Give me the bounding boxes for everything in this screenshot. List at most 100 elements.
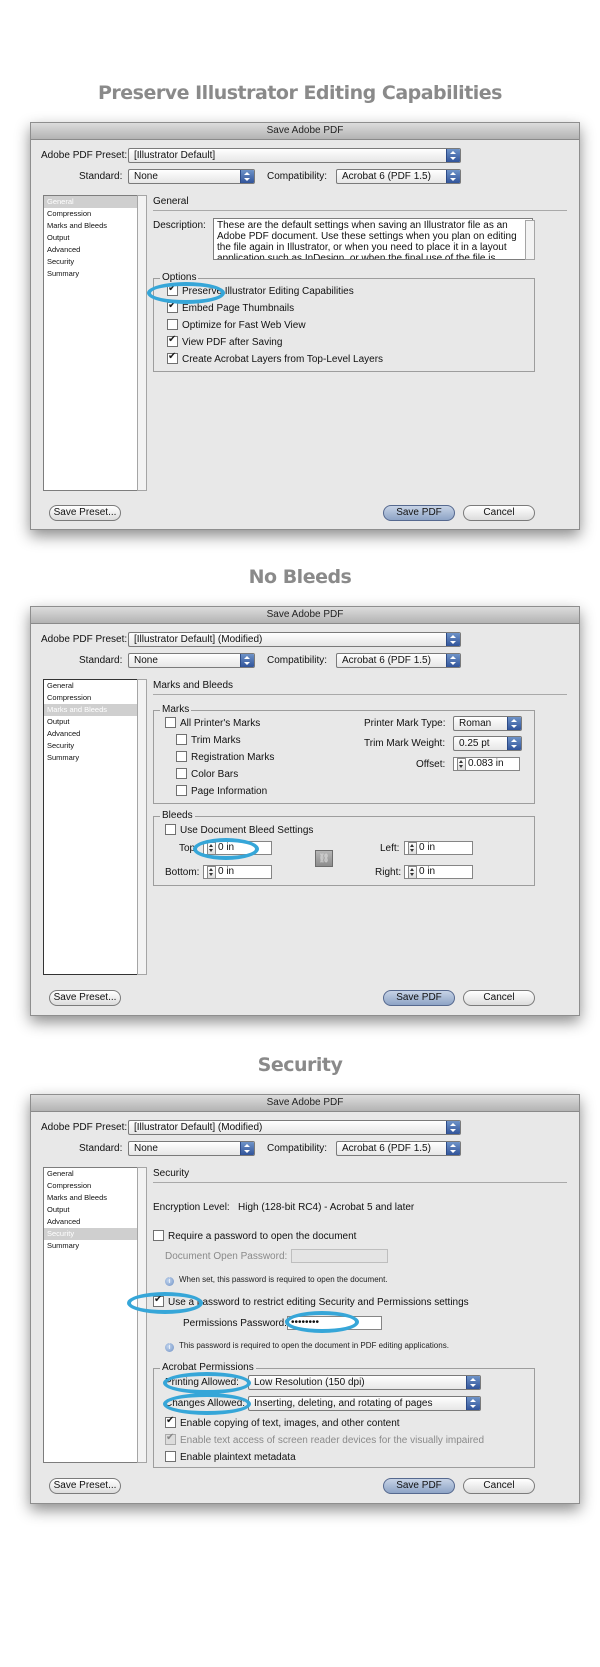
compatibility-select[interactable]: Acrobat 6 (PDF 1.5) [336,169,461,184]
highlight-ring [285,1311,359,1333]
highlight-ring [193,838,259,860]
sidebar-item-general[interactable]: General [44,1168,137,1180]
sidebar-item-marks-and-bleeds[interactable]: Marks and Bleeds [44,704,137,716]
highlight-ring [163,1372,251,1394]
link-chain-icon[interactable]: ⛓ [315,850,333,867]
doc-open-password-field[interactable] [291,1249,388,1263]
printing-allowed-value: Low Resolution (150 dpi) [254,1377,365,1388]
sidebar-item-advanced[interactable]: Advanced [44,244,137,256]
enable-plaintext-metadata-checkbox[interactable]: Enable plaintext metadata [165,1451,296,1463]
checkbox-checked-disabled-icon [165,1432,176,1445]
checkbox-checked-icon [167,351,178,364]
save-pdf-button[interactable]: Save PDF [383,1478,455,1494]
cancel-button[interactable]: Cancel [463,990,535,1006]
compatibility-label: Compatibility: [267,171,328,182]
dialog-title: Save Adobe PDF [31,1095,579,1112]
compatibility-label: Compatibility: [267,655,328,666]
sidebar-item-security[interactable]: Security [44,740,137,752]
preset-select[interactable]: [Illustrator Default] (Modified) [128,1120,461,1135]
left-value: 0 in [419,842,436,853]
right-field[interactable]: 0 in [404,865,473,879]
checkbox-label: Use Document Bleed Settings [180,825,314,836]
standard-select[interactable]: None [128,653,255,668]
info-icon: i [165,1277,174,1286]
sidebar-item-advanced[interactable]: Advanced [44,728,137,740]
view-pdf-checkbox[interactable]: View PDF after Saving [167,334,282,348]
sidebar-item-summary[interactable]: Summary [44,268,137,280]
sidebar-item-summary[interactable]: Summary [44,1240,137,1252]
changes-allowed-value: Inserting, deleting, and rotating of pag… [254,1398,433,1409]
stepper-icon[interactable] [408,842,417,854]
checkbox-label: Require a password to open the document [168,1231,357,1242]
save-pdf-button[interactable]: Save PDF [383,505,455,521]
color-bars-checkbox[interactable]: Color Bars [176,768,238,780]
section-title: General [153,196,189,207]
description-scrollbar[interactable] [525,220,535,260]
list-scrollbar[interactable] [137,1167,147,1463]
optimize-web-checkbox[interactable]: Optimize for Fast Web View [167,319,306,331]
select-arrows-icon [466,1376,480,1389]
require-open-password-checkbox[interactable]: Require a password to open the document [153,1230,356,1242]
stepper-icon[interactable] [457,758,466,770]
cancel-button[interactable]: Cancel [463,505,535,521]
preset-value: [Illustrator Default] [134,150,216,161]
printer-mark-type-select[interactable]: Roman [453,716,522,731]
offset-field[interactable]: 0.083 in [453,757,520,771]
list-scrollbar[interactable] [137,679,147,975]
compatibility-select[interactable]: Acrobat 6 (PDF 1.5) [336,1141,461,1156]
preset-select[interactable]: [Illustrator Default] (Modified) [128,632,461,647]
sidebar-item-compression[interactable]: Compression [44,1180,137,1192]
sidebar-item-marks-and-bleeds[interactable]: Marks and Bleeds [44,1192,137,1204]
save-pdf-button[interactable]: Save PDF [383,990,455,1006]
checkbox-label: Create Acrobat Layers from Top-Level Lay… [182,354,384,365]
enable-copying-checkbox[interactable]: Enable copying of text, images, and othe… [165,1415,400,1429]
highlight-ring [127,1292,203,1314]
changes-allowed-select[interactable]: Inserting, deleting, and rotating of pag… [248,1396,481,1411]
sidebar-item-advanced[interactable]: Advanced [44,1216,137,1228]
sidebar-item-general[interactable]: General [44,196,137,208]
sidebar-item-output[interactable]: Output [44,1204,137,1216]
printing-allowed-select[interactable]: Low Resolution (150 dpi) [248,1375,481,1390]
trim-weight-select[interactable]: 0.25 pt [453,736,522,751]
trim-marks-checkbox[interactable]: Trim Marks [176,734,241,746]
sidebar-item-compression[interactable]: Compression [44,208,137,220]
sidebar-item-output[interactable]: Output [44,232,137,244]
marks-title: Marks [160,704,192,715]
standard-select[interactable]: None [128,1141,255,1156]
save-preset-button[interactable]: Save Preset... [49,505,121,521]
compatibility-select[interactable]: Acrobat 6 (PDF 1.5) [336,653,461,668]
preset-select[interactable]: [Illustrator Default] [128,148,461,163]
checkbox-unchecked-icon [176,751,187,762]
list-scrollbar[interactable] [137,195,147,491]
cancel-button[interactable]: Cancel [463,1478,535,1494]
page-information-checkbox[interactable]: Page Information [176,785,267,797]
enable-screen-reader-checkbox[interactable]: Enable text access of screen reader devi… [165,1432,484,1446]
checkbox-label: Trim Marks [191,735,241,746]
acrobat-layers-checkbox[interactable]: Create Acrobat Layers from Top-Level Lay… [167,351,384,365]
sidebar-item-general[interactable]: General [44,680,137,692]
save-preset-button[interactable]: Save Preset... [49,990,121,1006]
stepper-icon[interactable] [207,866,216,878]
sidebar-item-summary[interactable]: Summary [44,752,137,764]
checkbox-checked-icon [165,1415,176,1428]
info-icon: i [165,1343,174,1352]
dialog-general: Save Adobe PDF Adobe PDF Preset: [Illust… [30,122,580,530]
use-doc-bleed-checkbox[interactable]: Use Document Bleed Settings [165,824,313,836]
stepper-icon[interactable] [408,866,417,878]
sidebar-item-compression[interactable]: Compression [44,692,137,704]
highlight-ring [163,1393,251,1415]
sidebar-item-marks-and-bleeds[interactable]: Marks and Bleeds [44,220,137,232]
sidebar-item-output[interactable]: Output [44,716,137,728]
left-label: Left: [380,843,400,854]
all-printers-marks-checkbox[interactable]: All Printer's Marks [165,717,260,729]
standard-select[interactable]: None [128,169,255,184]
note-open-password: i When set, this password is required to … [165,1275,388,1286]
select-arrows-icon [240,654,254,667]
sidebar-item-security[interactable]: Security [44,1228,137,1240]
section-divider [153,1182,567,1183]
bottom-field[interactable]: 0 in [203,865,272,879]
sidebar-item-security[interactable]: Security [44,256,137,268]
left-field[interactable]: 0 in [404,841,473,855]
registration-marks-checkbox[interactable]: Registration Marks [176,751,274,763]
save-preset-button[interactable]: Save Preset... [49,1478,121,1494]
